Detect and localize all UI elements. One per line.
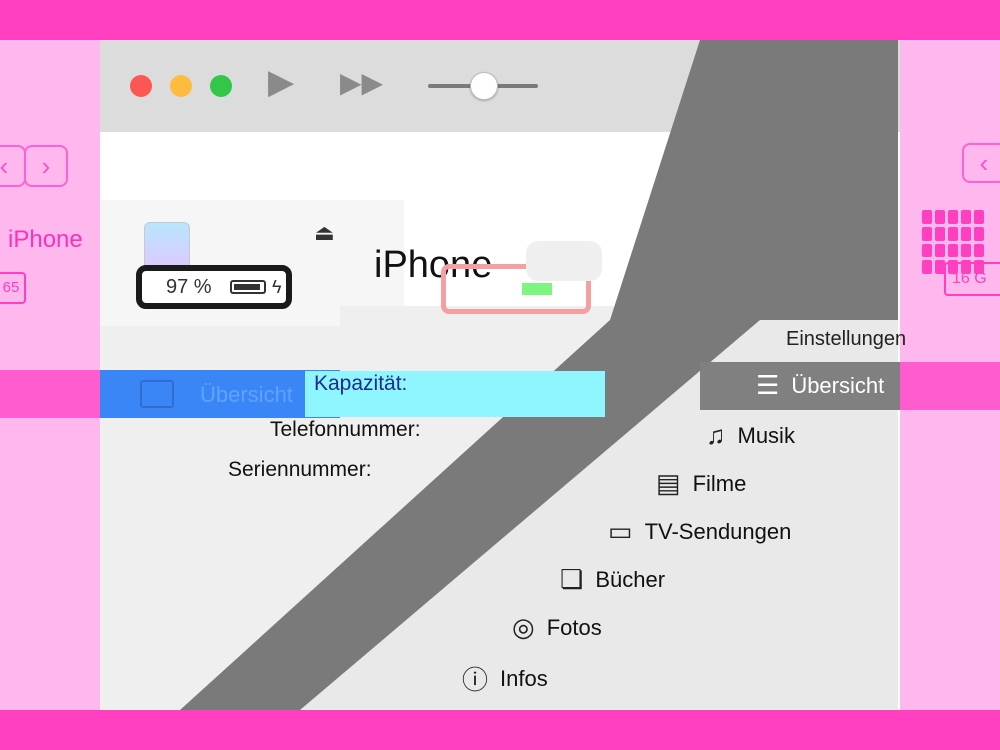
battery-percent: 97 % <box>166 276 212 298</box>
camera-icon: ◎ <box>512 612 535 642</box>
capacity-badge-ghost: 65 <box>0 272 26 304</box>
settings-item-overview[interactable]: ☰ Übersicht <box>756 370 884 401</box>
phone-number-label: Telefonnummer: <box>270 418 421 441</box>
settings-item-photos[interactable]: ◎ Fotos <box>512 612 602 643</box>
storage-indicator <box>441 241 602 314</box>
fast-forward-icon[interactable]: ▶▶ <box>340 66 383 99</box>
zoom-light-button[interactable] <box>210 75 232 97</box>
volume-slider-knob[interactable] <box>470 72 498 100</box>
storage-pill <box>526 241 602 281</box>
left-ghost-panel: ‹ › iPhone 65 <box>0 40 100 710</box>
serial-number-label: Seriennummer: <box>228 458 372 481</box>
settings-item-books[interactable]: ❏ Bücher <box>560 564 665 595</box>
settings-item-label: Fotos <box>546 614 602 640</box>
right-ghost-panel: ‹ 16 G <box>900 40 1000 710</box>
charging-icon: ϟ <box>272 277 282 297</box>
summary-icon <box>140 380 174 408</box>
settings-item-label: Infos <box>500 665 548 691</box>
settings-item-label: TV-Sendungen <box>644 518 792 544</box>
film-icon: ▤ <box>656 468 681 498</box>
capacity-label: Kapazität: <box>314 372 408 395</box>
storage-bar <box>522 283 552 295</box>
book-icon: ❏ <box>560 564 584 594</box>
settings-item-label: Musik <box>737 422 795 448</box>
play-icon[interactable]: ▶ <box>268 62 294 102</box>
left-ghost-selected-row <box>0 370 100 418</box>
capacity-badge-ghost-right: 16 G <box>944 262 1000 296</box>
settings-item-films[interactable]: ▤ Filme <box>656 468 746 499</box>
eject-icon[interactable]: ⏏ <box>314 220 335 246</box>
right-ghost-selected-row <box>900 362 1000 410</box>
settings-item-music[interactable]: ♫ Musik <box>706 420 795 451</box>
settings-item-label: Bücher <box>595 566 666 592</box>
minimize-light-button[interactable] <box>170 75 192 97</box>
settings-item-label: Übersicht <box>791 372 885 398</box>
music-icon: ♫ <box>706 420 726 450</box>
info-icon: ⓘ <box>462 665 489 695</box>
sidebar-item-label: Übersicht <box>200 382 293 407</box>
tv-icon: ▭ <box>608 516 633 546</box>
settings-item-info[interactable]: ⓘ Infos <box>462 660 548 697</box>
back-button-ghost-right: ‹ <box>962 143 1000 183</box>
battery-status: 97 % ϟ <box>136 265 292 309</box>
device-name-ghost: iPhone <box>8 226 83 253</box>
forward-button-ghost: › <box>24 145 68 187</box>
summary-icon: ☰ <box>756 370 780 400</box>
settings-heading: Einstellungen <box>786 328 907 350</box>
close-light-button[interactable] <box>130 75 152 97</box>
back-button-ghost: ‹ <box>0 145 26 187</box>
settings-item-label: Filme <box>692 470 747 496</box>
settings-item-tv[interactable]: ▭ TV-Sendungen <box>608 516 791 547</box>
battery-icon <box>230 280 266 294</box>
